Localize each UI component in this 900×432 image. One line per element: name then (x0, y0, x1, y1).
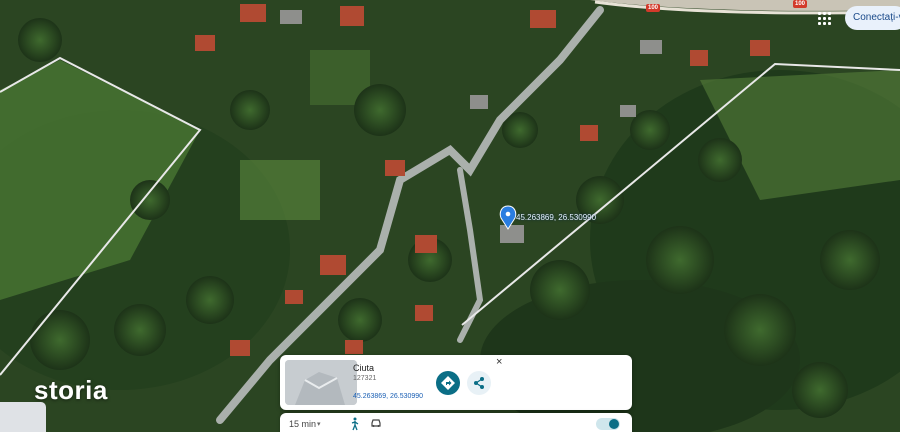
sign-in-button[interactable]: Conectați-v (845, 6, 900, 30)
pin-coordinates-label: 45.263869, 26.530990 (516, 213, 597, 222)
place-coordinates-link[interactable]: 45.263869, 26.530990 (353, 393, 423, 400)
duration-dropdown-caret[interactable]: ▾ (317, 420, 321, 428)
share-icon (474, 377, 484, 389)
car-icon[interactable] (370, 418, 382, 428)
apps-grid-icon[interactable] (814, 8, 834, 28)
walk-icon[interactable] (349, 417, 361, 431)
place-name: Ciuta (353, 363, 375, 373)
postal-code: 127321 (353, 375, 377, 382)
directions-icon (441, 376, 455, 390)
travel-duration[interactable]: 15 min (289, 419, 316, 429)
close-button[interactable]: × (496, 356, 502, 368)
share-button[interactable] (467, 371, 491, 395)
road-number-badge: 100 (646, 4, 661, 12)
travel-mode-bar: 15 min ▾ (280, 413, 632, 432)
road-number-badge: 100 (793, 0, 808, 8)
place-info-card: Ciuta 127321 45.263869, 26.530990 × (280, 355, 632, 410)
directions-button[interactable] (436, 371, 460, 395)
mode-toggle[interactable] (596, 418, 620, 430)
place-thumbnail[interactable] (285, 360, 357, 405)
layer-switcher-thumbnail[interactable] (0, 402, 46, 432)
storia-logo: storia (34, 375, 108, 405)
map-viewport[interactable]: 45.263869, 26.530990 100 100 Conectați-v… (0, 0, 900, 432)
